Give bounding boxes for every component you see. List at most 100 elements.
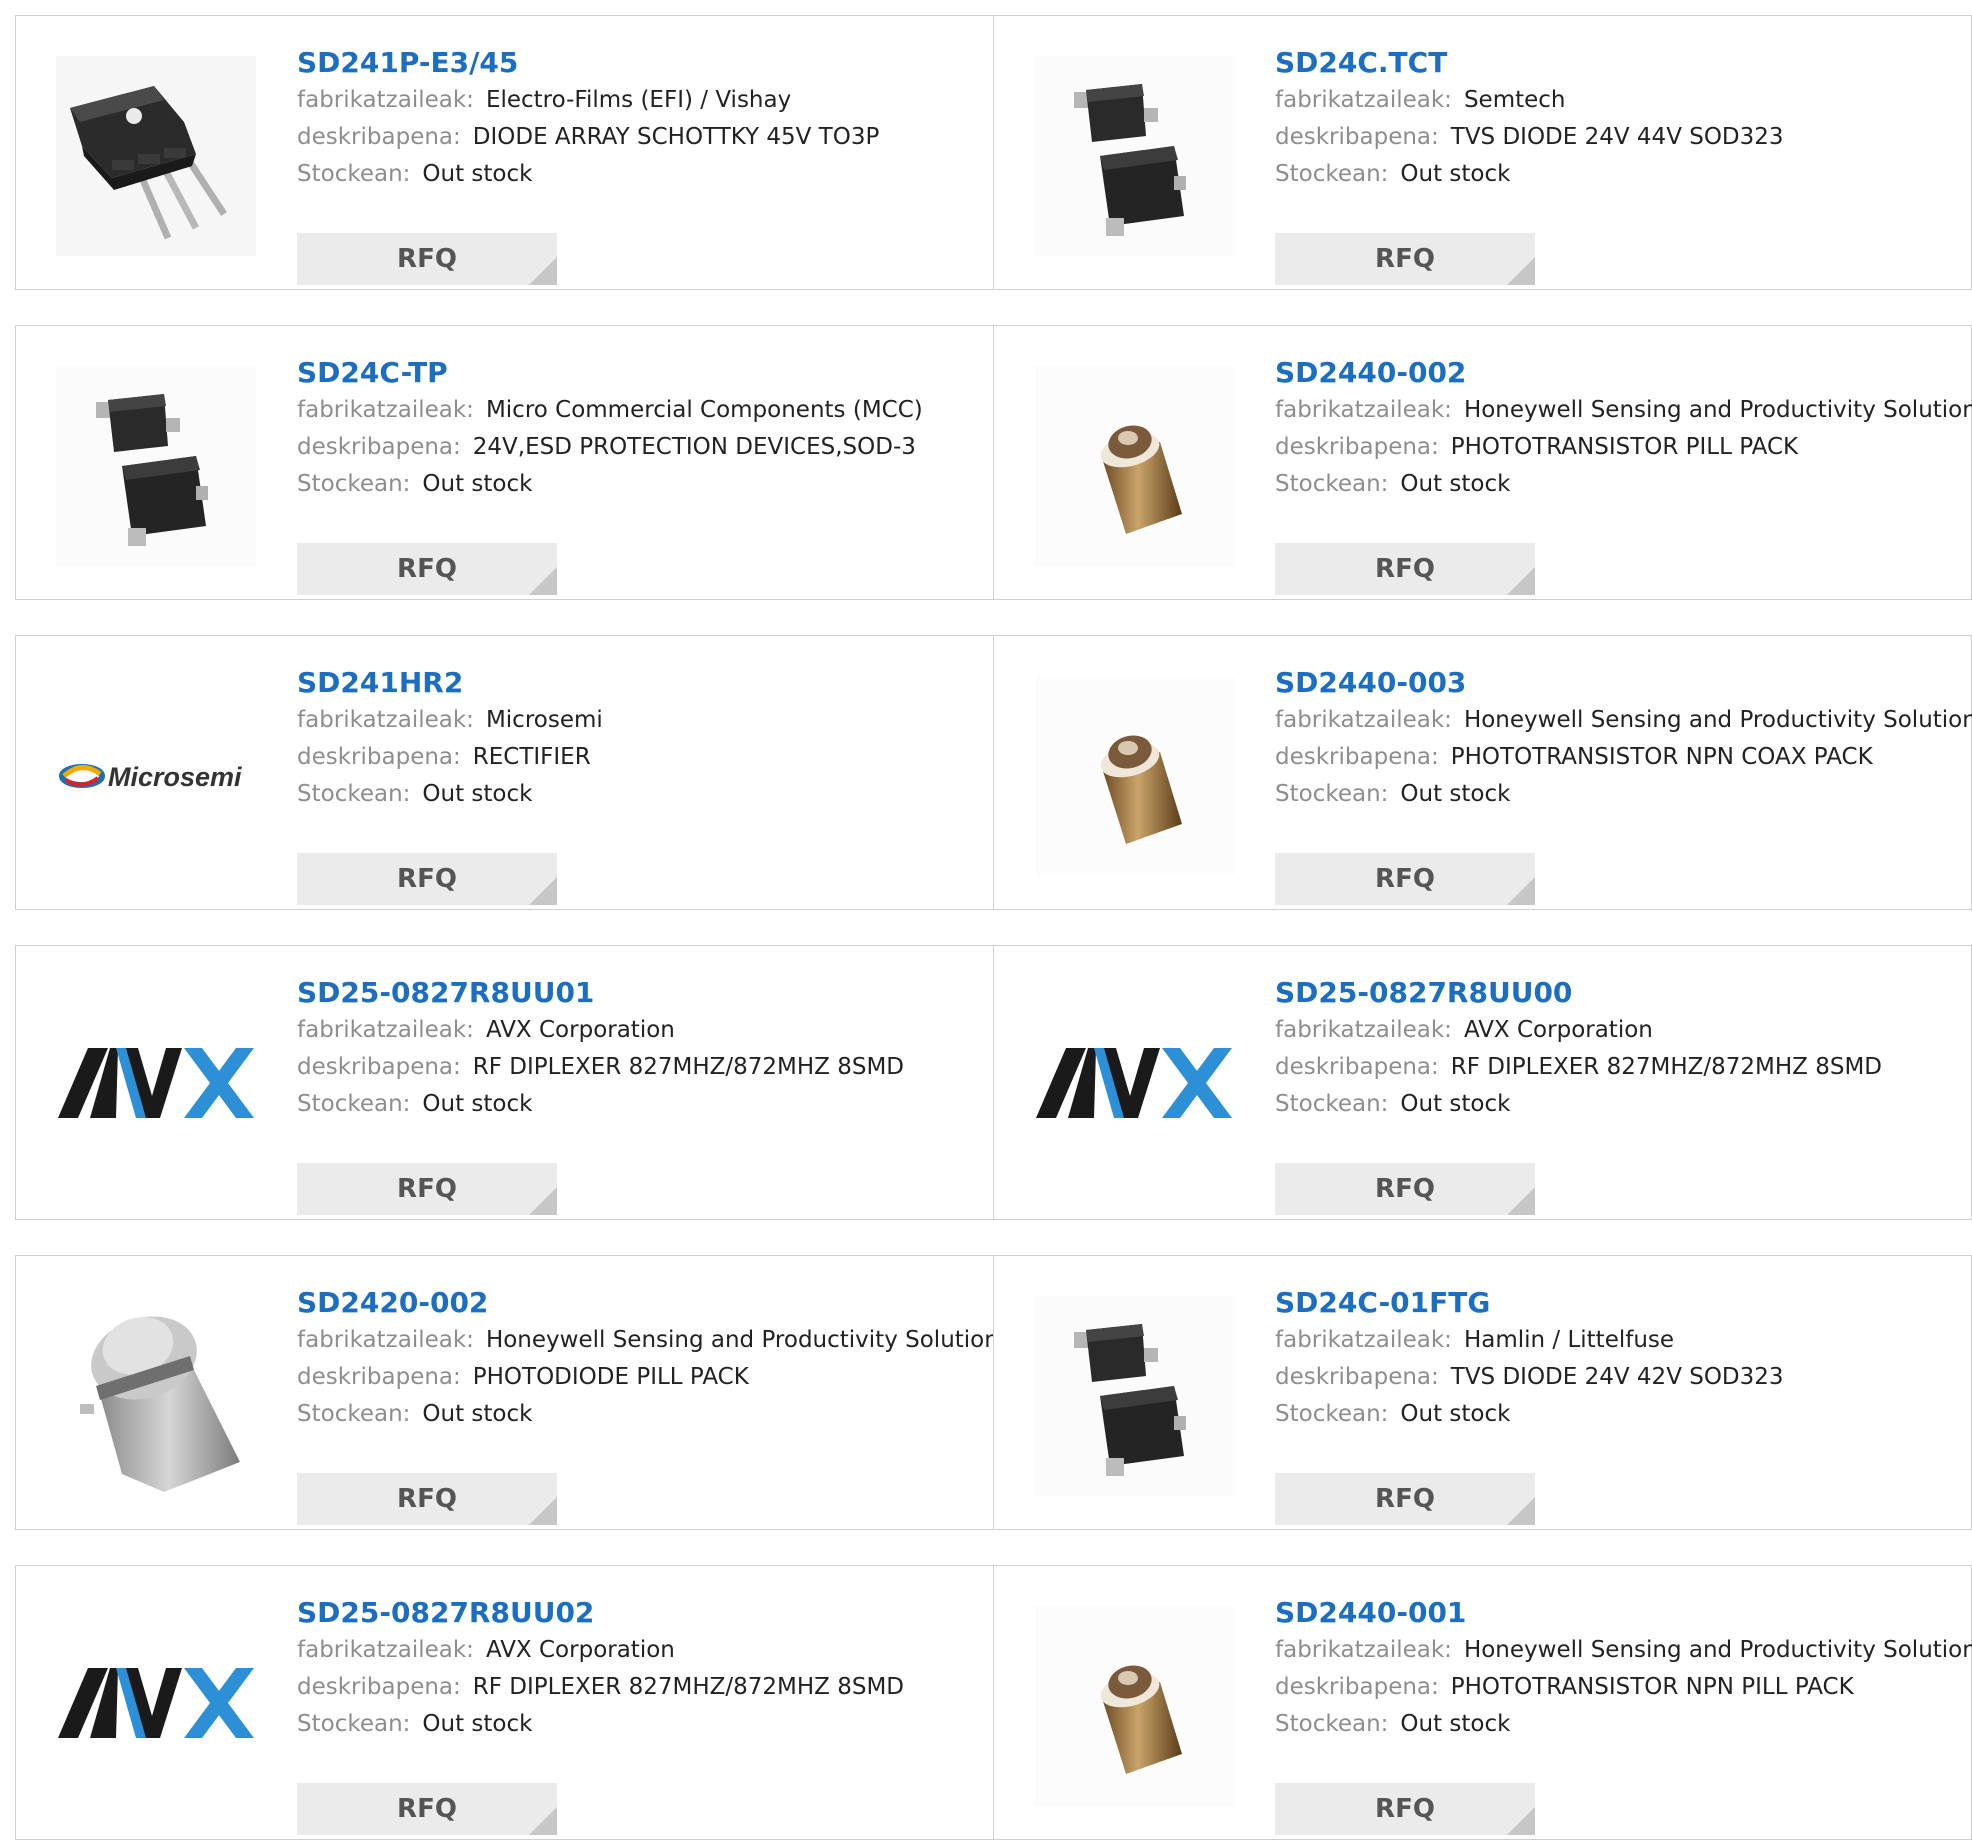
description-line: deskribapena: 24V,ESD PROTECTION DEVICES,…: [297, 429, 983, 466]
part-number-link[interactable]: SD25-0827R8UU02: [297, 1596, 983, 1632]
description-label: deskribapena:: [1275, 124, 1439, 150]
rfq-button[interactable]: RFQ: [1275, 1783, 1535, 1835]
corner-triangle-icon: [1507, 1807, 1535, 1835]
part-number-link[interactable]: SD2440-002: [1275, 356, 1961, 392]
part-number-link[interactable]: SD24C-TP: [297, 356, 983, 392]
product-info: SD2440-002 fabrikatzaileak: Honeywell Sens…: [1275, 356, 1972, 595]
part-number-link[interactable]: SD24C-01FTG: [1275, 1286, 1961, 1322]
manufacturer-label: fabrikatzaileak:: [297, 87, 474, 113]
sod323-package-image[interactable]: [1034, 56, 1234, 256]
rfq-button[interactable]: RFQ: [1275, 853, 1535, 905]
rfq-label: RFQ: [1375, 1794, 1435, 1824]
rfq-button[interactable]: RFQ: [1275, 1473, 1535, 1525]
product-info: SD2440-003 fabrikatzaileak: Honeywell Sens…: [1275, 666, 1972, 905]
description-value: PHOTODIODE PILL PACK: [472, 1364, 749, 1390]
stock-label: Stockean:: [1275, 1091, 1389, 1117]
manufacturer-line: fabrikatzaileak: Electro-Films (EFI) / Vi…: [297, 82, 983, 119]
part-number-link[interactable]: SD2440-003: [1275, 666, 1961, 702]
sod323-package-image[interactable]: [56, 366, 256, 566]
description-value: TVS DIODE 24V 44V SOD323: [1450, 124, 1784, 150]
corner-triangle-icon: [529, 1497, 557, 1525]
product-info: SD24C-TP fabrikatzaileak: Micro Commercial…: [297, 356, 983, 595]
stock-line: Stockean: Out stock: [1275, 1086, 1961, 1123]
stock-value: Out stock: [1400, 1711, 1511, 1737]
rfq-button[interactable]: RFQ: [297, 853, 557, 905]
avx-logo[interactable]: [56, 986, 256, 1186]
product-info: SD24C.TCT fabrikatzaileak: Semtech deskriba…: [1275, 46, 1961, 285]
manufacturer-value: AVX Corporation: [1463, 1017, 1653, 1043]
pill-pack-image[interactable]: [1034, 366, 1234, 566]
manufacturer-value: Hamlin / Littelfuse: [1463, 1327, 1675, 1353]
product-card: SD2440-002 fabrikatzaileak: Honeywell Sens…: [993, 325, 1972, 600]
stock-line: Stockean: Out stock: [1275, 1396, 1961, 1433]
rfq-button[interactable]: RFQ: [297, 233, 557, 285]
stock-line: Stockean: Out stock: [1275, 156, 1961, 193]
stock-line: Stockean: Out stock: [297, 776, 983, 813]
rfq-button[interactable]: RFQ: [297, 543, 557, 595]
description-label: deskribapena:: [297, 1364, 461, 1390]
stock-line: Stockean: Out stock: [297, 156, 983, 193]
part-number-link[interactable]: SD2420-002: [297, 1286, 983, 1322]
description-line: deskribapena: TVS DIODE 24V 44V SOD323: [1275, 119, 1961, 156]
stock-line: Stockean: Out stock: [297, 1396, 983, 1433]
to3p-package-image[interactable]: [56, 56, 256, 256]
rfq-button[interactable]: RFQ: [1275, 233, 1535, 285]
rfq-button[interactable]: RFQ: [1275, 543, 1535, 595]
stock-line: Stockean: Out stock: [297, 1086, 983, 1123]
stock-value: Out stock: [422, 1401, 533, 1427]
microsemi-logo[interactable]: Microsemi: [56, 676, 256, 876]
description-line: deskribapena: RF DIPLEXER 827MHZ/872MHZ 8…: [1275, 1049, 1961, 1086]
microsemi-logo-text: Microsemi: [108, 762, 242, 792]
rfq-label: RFQ: [1375, 1484, 1435, 1514]
rfq-label: RFQ: [1375, 554, 1435, 584]
stock-line: Stockean: Out stock: [1275, 466, 1961, 503]
product-row: Microsemi SD241HR2 fabrikatzaileak: Micros…: [15, 635, 1972, 910]
part-number-link[interactable]: SD25-0827R8UU01: [297, 976, 983, 1012]
product-info: SD25-0827R8UU02 fabrikatzaileak: AVX Corpo…: [297, 1596, 983, 1835]
stock-label: Stockean:: [297, 471, 411, 497]
pill-pack-image[interactable]: [1034, 1606, 1234, 1806]
description-line: deskribapena: PHOTOTRANSISTOR NPN COAX PA…: [1275, 739, 1961, 776]
part-number-link[interactable]: SD24C.TCT: [1275, 46, 1961, 82]
photodiode-image[interactable]: [56, 1296, 256, 1496]
avx-logo[interactable]: [1034, 986, 1234, 1186]
manufacturer-line: fabrikatzaileak: Hamlin / Littelfuse: [1275, 1322, 1961, 1359]
manufacturer-value: Honeywell Sensing and Productivity Solut…: [1463, 1637, 1972, 1663]
product-list: SD241P-E3/45 fabrikatzaileak: Electro-Film…: [0, 0, 1972, 1840]
corner-triangle-icon: [1507, 1497, 1535, 1525]
corner-triangle-icon: [1507, 1187, 1535, 1215]
description-label: deskribapena:: [1275, 1364, 1439, 1390]
part-number-link[interactable]: SD241P-E3/45: [297, 46, 983, 82]
part-number-link[interactable]: SD241HR2: [297, 666, 983, 702]
rfq-button[interactable]: RFQ: [297, 1163, 557, 1215]
product-card: SD24C-TP fabrikatzaileak: Micro Commercial…: [15, 325, 994, 600]
rfq-button[interactable]: RFQ: [297, 1473, 557, 1525]
stock-value: Out stock: [422, 1091, 533, 1117]
manufacturer-value: Microsemi: [485, 707, 603, 733]
description-line: deskribapena: PHOTOTRANSISTOR NPN PILL PA…: [1275, 1669, 1961, 1706]
description-value: RECTIFIER: [472, 744, 591, 770]
description-value: 24V,ESD PROTECTION DEVICES,SOD-3: [472, 434, 916, 460]
stock-line: Stockean: Out stock: [1275, 776, 1961, 813]
manufacturer-label: fabrikatzaileak:: [297, 1327, 474, 1353]
pill-pack-image[interactable]: [1034, 676, 1234, 876]
stock-line: Stockean: Out stock: [1275, 1706, 1961, 1743]
sod323-package-image[interactable]: [1034, 1296, 1234, 1496]
manufacturer-line: fabrikatzaileak: AVX Corporation: [1275, 1012, 1961, 1049]
part-number-link[interactable]: SD25-0827R8UU00: [1275, 976, 1961, 1012]
manufacturer-value: AVX Corporation: [485, 1637, 675, 1663]
rfq-label: RFQ: [1375, 244, 1435, 274]
product-info: SD25-0827R8UU01 fabrikatzaileak: AVX Corpo…: [297, 976, 983, 1215]
description-value: TVS DIODE 24V 42V SOD323: [1450, 1364, 1784, 1390]
description-line: deskribapena: TVS DIODE 24V 42V SOD323: [1275, 1359, 1961, 1396]
avx-logo[interactable]: [56, 1606, 256, 1806]
rfq-button[interactable]: RFQ: [1275, 1163, 1535, 1215]
corner-triangle-icon: [529, 1807, 557, 1835]
manufacturer-value: Honeywell Sensing and Productivity Solut…: [1463, 707, 1972, 733]
part-number-link[interactable]: SD2440-001: [1275, 1596, 1961, 1632]
rfq-button[interactable]: RFQ: [297, 1783, 557, 1835]
stock-label: Stockean:: [1275, 781, 1389, 807]
description-label: deskribapena:: [297, 124, 461, 150]
stock-value: Out stock: [422, 1711, 533, 1737]
manufacturer-label: fabrikatzaileak:: [297, 1637, 474, 1663]
